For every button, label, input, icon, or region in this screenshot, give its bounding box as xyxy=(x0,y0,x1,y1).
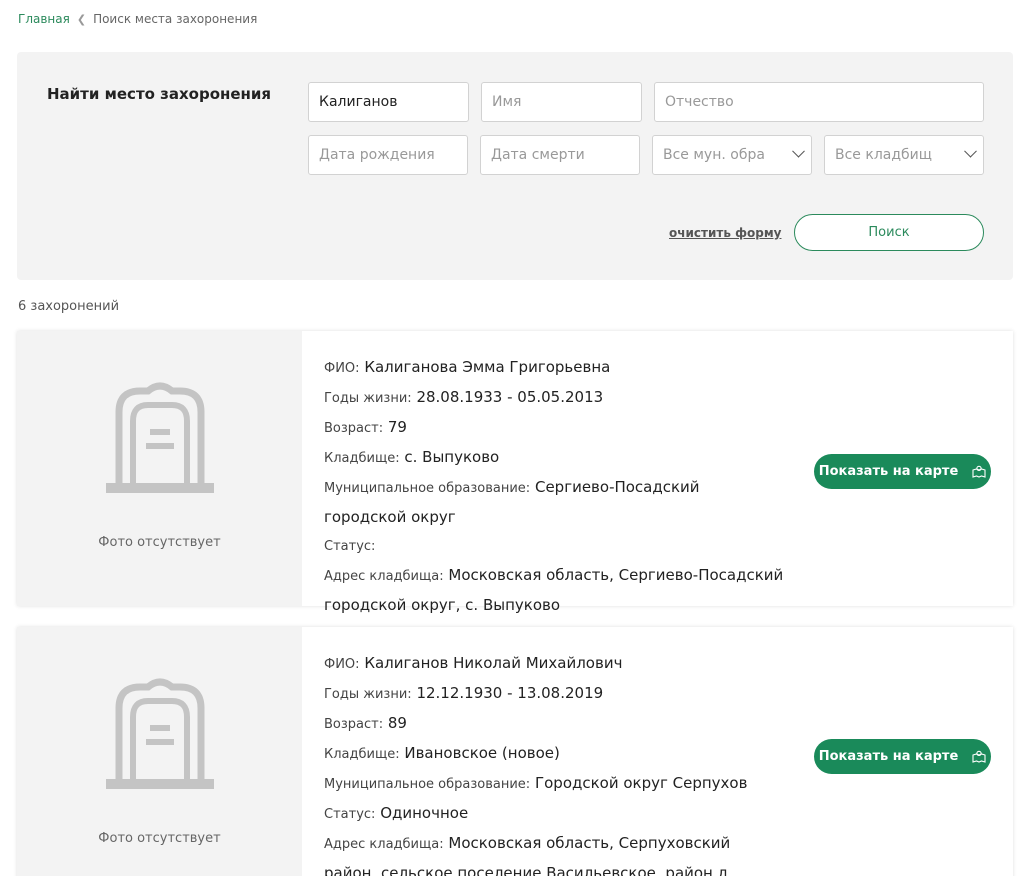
fio-value: Калиганова Эмма Григорьевна xyxy=(364,358,611,376)
status-value: Одиночное xyxy=(380,804,469,822)
municipality-value: Городской округ Серпухов xyxy=(534,774,748,792)
death-date-input[interactable]: Дата смерти xyxy=(480,135,640,175)
municipality-row: Муниципальное образование: Городской окр… xyxy=(324,769,784,799)
status-label: Статус: xyxy=(324,807,376,822)
gravestone-icon xyxy=(105,678,214,789)
age-row: Возраст: 89 xyxy=(324,709,784,739)
years-label: Годы жизни: xyxy=(324,687,412,702)
burial-info: ФИО: Калиганов Николай Михайлович Годы ж… xyxy=(324,649,784,876)
age-value: 89 xyxy=(387,714,407,732)
address-row: Адрес кладбища: Московская область, Серп… xyxy=(324,829,784,876)
search-panel: Найти место захоронения Калиганов Имя От… xyxy=(17,52,1013,280)
age-label: Возраст: xyxy=(324,421,384,436)
burial-info: ФИО: Калиганова Эмма Григорьевна Годы жи… xyxy=(324,353,784,619)
map-icon xyxy=(972,750,986,763)
cemetery-label: Кладбище: xyxy=(324,451,400,466)
show-on-map-button[interactable]: Показать на карте xyxy=(814,739,991,774)
name-input[interactable]: Имя xyxy=(481,82,642,122)
clear-form-link[interactable]: очистить форму xyxy=(669,226,781,240)
no-photo-label: Фото отсутствует xyxy=(98,831,221,846)
cemetery-row: Кладбище: Ивановское (новое) xyxy=(324,739,784,769)
show-on-map-label: Показать на карте xyxy=(818,749,959,764)
status-label: Статус: xyxy=(324,539,376,554)
age-label: Возраст: xyxy=(324,717,384,732)
surname-input[interactable]: Калиганов xyxy=(308,82,469,122)
fio-value: Калиганов Николай Михайлович xyxy=(364,654,623,672)
gravestone-icon xyxy=(105,382,214,493)
age-value: 79 xyxy=(387,418,407,436)
municipality-label: Муниципальное образование: xyxy=(324,481,531,496)
municipality-label: Муниципальное образование: xyxy=(324,777,531,792)
search-title: Найти место захоронения xyxy=(47,85,272,103)
results-count: 6 захоронений xyxy=(18,299,120,314)
result-card: Фото отсутствует ФИО: Калиганова Эмма Гр… xyxy=(17,331,1013,614)
show-on-map-label: Показать на карте xyxy=(818,464,959,479)
years-label: Годы жизни: xyxy=(324,391,412,406)
cemetery-select-value: Все кладбищ xyxy=(835,147,932,163)
municipality-select[interactable]: Все мун. обра xyxy=(652,135,812,175)
cemetery-value: с. Выпуково xyxy=(404,448,500,466)
breadcrumb-current: Поиск места захоронения xyxy=(93,12,258,26)
status-row: Статус: Одиночное xyxy=(324,799,784,829)
municipality-select-value: Все мун. обра xyxy=(663,147,765,163)
address-label: Адрес кладбища: xyxy=(324,837,444,852)
fio-row: ФИО: Калиганов Николай Михайлович xyxy=(324,649,784,679)
fio-label: ФИО: xyxy=(324,361,360,376)
address-row: Адрес кладбища: Московская область, Серг… xyxy=(324,561,784,619)
photo-placeholder: Фото отсутствует xyxy=(17,627,302,876)
search-button[interactable]: Поиск xyxy=(794,214,984,251)
municipality-row: Муниципальное образование: Сергиево-Поса… xyxy=(324,473,784,531)
status-row: Статус: xyxy=(324,531,784,561)
chevron-down-icon xyxy=(792,144,805,158)
photo-placeholder: Фото отсутствует xyxy=(17,331,302,606)
breadcrumb-home-link[interactable]: Главная xyxy=(18,12,70,26)
years-value: 12.12.1930 - 13.08.2019 xyxy=(416,684,604,702)
years-row: Годы жизни: 12.12.1930 - 13.08.2019 xyxy=(324,679,784,709)
birth-date-input[interactable]: Дата рождения xyxy=(308,135,468,175)
patronymic-input[interactable]: Отчество xyxy=(654,82,984,122)
age-row: Возраст: 79 xyxy=(324,413,784,443)
cemetery-value: Ивановское (новое) xyxy=(404,744,560,762)
years-row: Годы жизни: 28.08.1933 - 05.05.2013 xyxy=(324,383,784,413)
fio-label: ФИО: xyxy=(324,657,360,672)
chevron-down-icon xyxy=(964,144,977,158)
chevron-left-icon: ❮ xyxy=(76,12,87,26)
no-photo-label: Фото отсутствует xyxy=(98,535,221,550)
map-icon xyxy=(972,465,986,478)
cemetery-select[interactable]: Все кладбищ xyxy=(824,135,984,175)
years-value: 28.08.1933 - 05.05.2013 xyxy=(416,388,604,406)
cemetery-label: Кладбище: xyxy=(324,747,400,762)
fio-row: ФИО: Калиганова Эмма Григорьевна xyxy=(324,353,784,383)
address-label: Адрес кладбища: xyxy=(324,569,444,584)
breadcrumb: Главная ❮ Поиск места захоронения xyxy=(18,12,257,26)
cemetery-row: Кладбище: с. Выпуково xyxy=(324,443,784,473)
result-card: Фото отсутствует ФИО: Калиганов Николай … xyxy=(17,627,1013,876)
show-on-map-button[interactable]: Показать на карте xyxy=(814,454,991,489)
